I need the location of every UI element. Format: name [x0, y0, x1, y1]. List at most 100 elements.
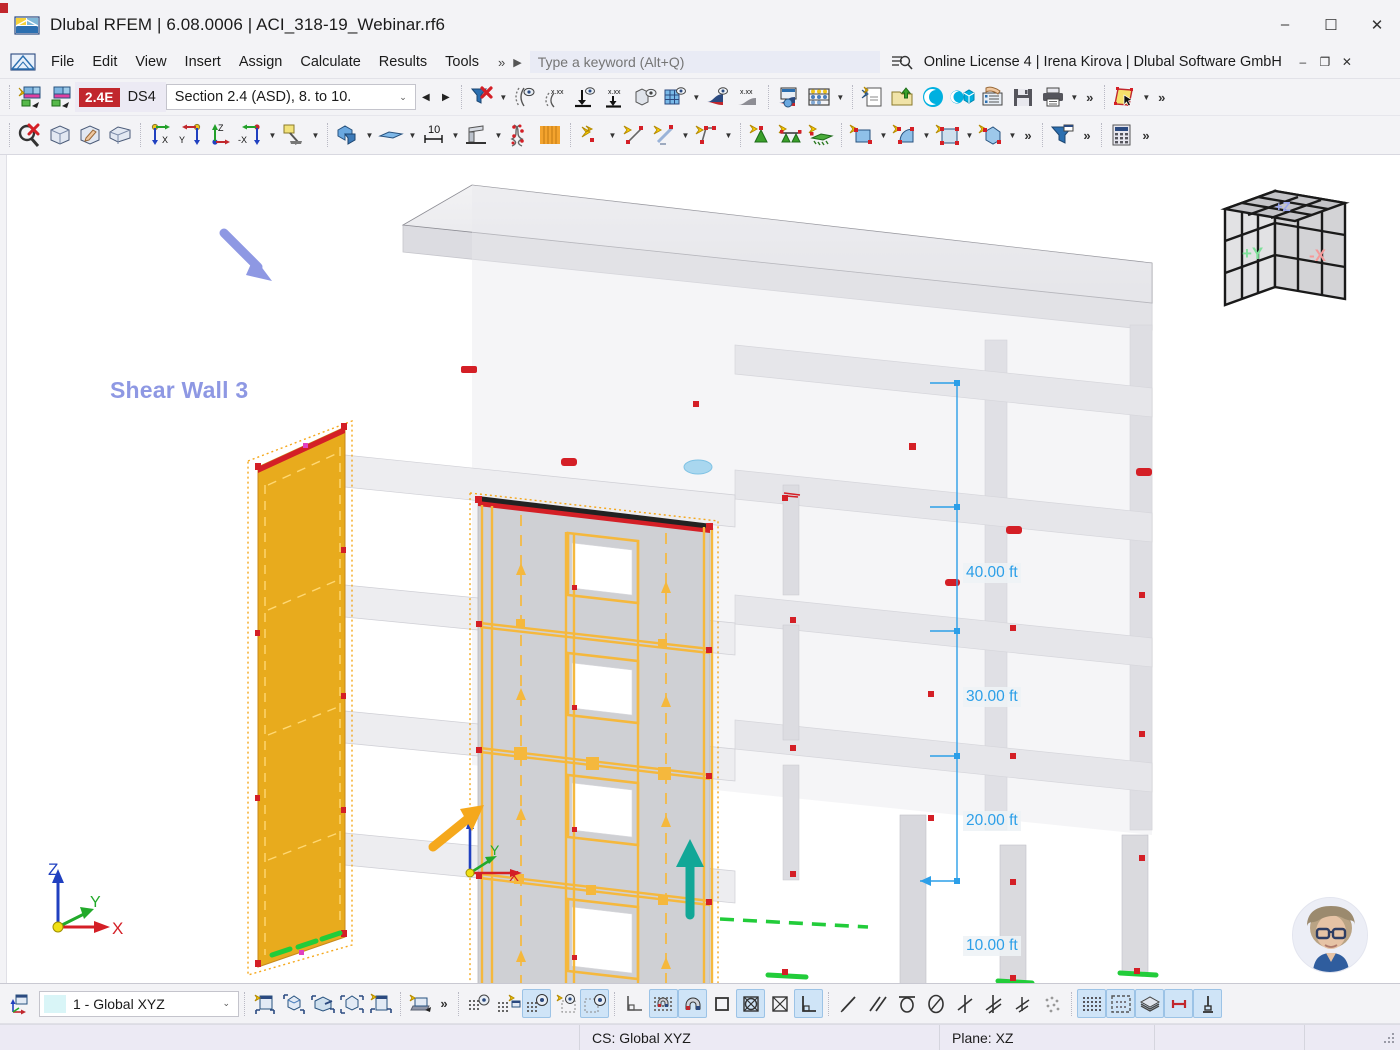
view-render-icon[interactable] — [406, 989, 435, 1018]
surface-results-icon[interactable] — [660, 82, 690, 112]
member-snap-icon[interactable] — [1164, 989, 1193, 1018]
view-z-icon[interactable]: Z — [206, 120, 236, 150]
new-surface-icon[interactable] — [847, 120, 877, 150]
view-settings-icon[interactable] — [279, 120, 309, 150]
view-y-icon[interactable]: Y — [176, 120, 206, 150]
perspective-icon[interactable] — [105, 120, 135, 150]
menu-edit[interactable]: Edit — [83, 50, 126, 74]
surface-support-icon[interactable] — [806, 120, 836, 150]
view-restore-icon[interactable] — [366, 989, 395, 1018]
view-zoom-window-icon[interactable] — [337, 989, 366, 1018]
support-dropdown-icon[interactable]: ▼ — [492, 121, 505, 149]
cloud-icon[interactable] — [918, 82, 948, 112]
snap-nearest-icon[interactable] — [1037, 989, 1066, 1018]
new-solid-icon[interactable] — [976, 120, 1006, 150]
view-x-icon[interactable]: X — [146, 120, 176, 150]
snap-line-icon[interactable] — [834, 989, 863, 1018]
search-input[interactable] — [529, 51, 880, 73]
new-curved-surface-icon[interactable] — [890, 120, 920, 150]
snap-ellipse-icon[interactable] — [921, 989, 950, 1018]
modeling-overflow-button[interactable]: » — [1019, 120, 1037, 150]
new-polyline-icon[interactable] — [692, 120, 722, 150]
surface-dropdown-icon[interactable]: ▼ — [406, 121, 419, 149]
license-search-icon[interactable] — [890, 52, 914, 72]
grid-dots-icon[interactable] — [1077, 989, 1106, 1018]
new-surface-dropdown-icon[interactable]: ▼ — [877, 121, 890, 149]
line-support-icon[interactable] — [776, 120, 806, 150]
deformation-values-icon[interactable]: x.xx — [540, 82, 570, 112]
object-snap-icon[interactable] — [522, 989, 551, 1018]
menu-overflow-button[interactable]: » — [494, 55, 509, 70]
doc-close-button[interactable]: ✕ — [1336, 50, 1358, 74]
selection-window-icon[interactable] — [1106, 989, 1135, 1018]
design-situation-selector[interactable]: 2.4E DS4 — [75, 82, 166, 112]
guide-lines-icon[interactable] — [551, 989, 580, 1018]
result-tables-dropdown-icon[interactable]: ▼ — [834, 83, 847, 111]
surface-results-dropdown-icon[interactable]: ▼ — [690, 83, 703, 111]
dimension-icon[interactable]: 10 — [419, 120, 449, 150]
solid-dropdown-icon[interactable]: ▼ — [363, 121, 376, 149]
solid-icon[interactable] — [333, 120, 363, 150]
show-deformation-icon[interactable] — [510, 82, 540, 112]
maximize-button[interactable]: ☐ — [1308, 2, 1354, 48]
layers-icon[interactable] — [1135, 989, 1164, 1018]
snap-perpendicular-icon[interactable] — [794, 989, 823, 1018]
select-surface-icon[interactable] — [1110, 82, 1140, 112]
menu-results[interactable]: Results — [370, 50, 436, 74]
result-tables-icon[interactable] — [804, 82, 834, 112]
save-icon[interactable] — [1008, 82, 1038, 112]
doc-restore-button[interactable]: ❐ — [1314, 50, 1336, 74]
new-view-icon[interactable] — [250, 989, 279, 1018]
support-icon[interactable] — [462, 120, 492, 150]
snap-corner-icon[interactable] — [707, 989, 736, 1018]
menu-view[interactable]: View — [126, 50, 175, 74]
toolbar-overflow-button[interactable]: » — [1081, 82, 1099, 112]
new-curved-surface-dropdown-icon[interactable]: ▼ — [920, 121, 933, 149]
result-diagram-settings-icon[interactable] — [774, 82, 804, 112]
cartesian-grid-icon[interactable] — [620, 989, 649, 1018]
toolbar-overflow-button-2[interactable]: » — [1153, 82, 1171, 112]
chevron-down-icon[interactable]: ⌄ — [222, 998, 230, 1009]
structural-model-3d[interactable]: Z X Y — [0, 155, 1400, 984]
section-combo[interactable]: Section 2.4 (ASD), 8. to 10. ⌄ — [165, 84, 416, 110]
view-clip-icon[interactable] — [308, 989, 337, 1018]
navigation-cube[interactable]: +Y -X +Z — [1217, 169, 1382, 319]
filter-dropdown-icon[interactable]: ▼ — [497, 83, 510, 111]
new-load-case-icon[interactable] — [15, 82, 45, 112]
support-reaction-values-icon[interactable]: x.xx — [600, 82, 630, 112]
calculator-icon[interactable] — [1107, 120, 1137, 150]
chevron-down-icon[interactable]: ⌄ — [399, 92, 407, 103]
minimize-button[interactable]: – — [1262, 2, 1308, 48]
bottombar-overflow-button[interactable]: » — [435, 989, 453, 1019]
filter-overflow-button[interactable]: » — [1078, 120, 1096, 150]
grid-snap-icon[interactable] — [493, 989, 522, 1018]
zoom-all-icon[interactable] — [45, 120, 75, 150]
snap-parallel-icon[interactable] — [863, 989, 892, 1018]
model-tables-icon[interactable] — [978, 82, 1008, 112]
next-section-button[interactable]: ▶ — [436, 84, 456, 110]
user-avatar[interactable] — [1292, 897, 1368, 973]
render-edit-icon[interactable] — [75, 120, 105, 150]
view-neg-x-icon[interactable]: -X — [236, 120, 266, 150]
filter-icon[interactable] — [1048, 120, 1078, 150]
new-node-dropdown-icon[interactable]: ▼ — [606, 121, 619, 149]
snap-extension-icon[interactable] — [979, 989, 1008, 1018]
dimension-dropdown-icon[interactable]: ▼ — [449, 121, 462, 149]
menu-expand-arrow-icon[interactable]: ▶ — [509, 56, 525, 69]
select-surface-dropdown-icon[interactable]: ▼ — [1140, 83, 1153, 111]
doc-minimize-button[interactable]: – — [1292, 50, 1314, 74]
print-dropdown-icon[interactable]: ▼ — [1068, 83, 1081, 111]
menu-tools[interactable]: Tools — [436, 50, 488, 74]
coordinate-system-combo[interactable]: 1 - Global XYZ ⌄ — [39, 990, 239, 1017]
new-polyline-dropdown-icon[interactable]: ▼ — [722, 121, 735, 149]
new-line-dim-icon[interactable] — [649, 120, 679, 150]
wall-icon[interactable] — [535, 120, 565, 150]
calc-overflow-button[interactable]: » — [1137, 120, 1155, 150]
open-model-icon[interactable] — [888, 82, 918, 112]
member-results-icon[interactable] — [703, 82, 733, 112]
close-button[interactable]: ✕ — [1354, 2, 1400, 48]
resize-grip-icon[interactable] — [1381, 1030, 1397, 1046]
filter-delete-results-icon[interactable] — [467, 82, 497, 112]
print-icon[interactable] — [1038, 82, 1068, 112]
support-snap-icon[interactable] — [1193, 989, 1222, 1018]
